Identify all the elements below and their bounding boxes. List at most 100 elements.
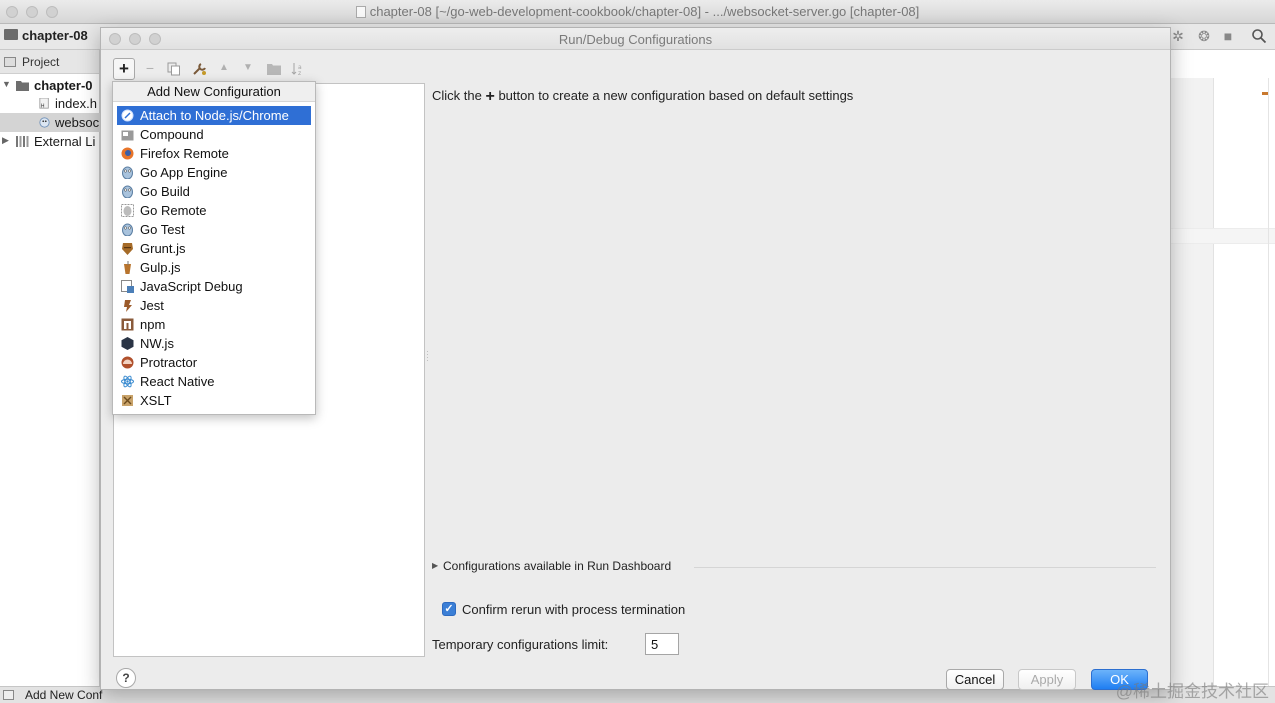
right-margin-line xyxy=(1268,78,1269,686)
move-down-button[interactable]: ▼ xyxy=(237,58,259,80)
menu-item-label: Go App Engine xyxy=(140,165,228,180)
search-icon[interactable] xyxy=(1251,28,1267,44)
gopher-icon xyxy=(122,166,133,179)
tree-item-project-root[interactable]: ▼ chapter-0 xyxy=(0,76,100,95)
empty-state-hint: Click the + button to create a new confi… xyxy=(432,88,853,106)
folder-icon xyxy=(267,64,281,75)
section-divider xyxy=(694,567,1156,568)
menu-item-npm[interactable]: npm xyxy=(117,315,311,334)
error-stripe-mark[interactable] xyxy=(1262,92,1268,95)
jest-icon xyxy=(124,300,132,312)
gopher-icon xyxy=(122,185,133,198)
menu-item-label: Compound xyxy=(140,127,204,142)
plus-icon: + xyxy=(485,88,495,105)
nwjs-icon xyxy=(121,337,134,350)
menu-item-label: npm xyxy=(140,317,166,332)
menu-item-label: Attach to Node.js/Chrome xyxy=(140,108,289,123)
confirm-rerun-checkbox[interactable]: ✓ xyxy=(442,602,456,616)
menu-item-firefox-remote[interactable]: Firefox Remote xyxy=(117,144,311,163)
editor-area[interactable] xyxy=(1170,50,1275,686)
menu-item-grunt-js[interactable]: Grunt.js xyxy=(117,239,311,258)
menu-item-label: XSLT xyxy=(140,393,172,408)
run-dashboard-section[interactable]: ▶ Configurations available in Run Dashbo… xyxy=(432,559,1156,575)
popup-header: Add New Configuration xyxy=(113,82,315,102)
collapsed-arrow-icon[interactable]: ▶ xyxy=(2,135,9,146)
remove-configuration-button[interactable]: − xyxy=(139,58,161,80)
cancel-button[interactable]: Cancel xyxy=(946,669,1004,690)
react-icon xyxy=(121,375,134,388)
add-configuration-button[interactable]: + xyxy=(113,58,135,80)
menu-item-compound[interactable]: Compound xyxy=(117,125,311,144)
expand-arrow-icon[interactable]: ▶ xyxy=(432,561,438,570)
tool-windows-icon[interactable] xyxy=(3,690,14,700)
protractor-icon xyxy=(121,356,134,369)
menu-item-nw-js[interactable]: NW.js xyxy=(117,334,311,353)
folder-icon xyxy=(4,29,18,40)
svg-text:z: z xyxy=(298,70,301,76)
menu-item-attach-node-chrome[interactable]: Attach to Node.js/Chrome xyxy=(117,106,311,125)
edit-defaults-button[interactable] xyxy=(189,58,211,80)
project-tool-window: Project ▼ chapter-0 H index.h websoc ▶ E… xyxy=(0,50,100,686)
menu-item-label: Go Remote xyxy=(140,203,207,218)
menu-item-protractor[interactable]: Protractor xyxy=(117,353,311,372)
gulp-icon xyxy=(124,261,131,274)
menu-item-label: Go Test xyxy=(140,222,185,237)
expanded-arrow-icon[interactable]: ▼ xyxy=(2,79,11,89)
menu-item-react-native[interactable]: React Native xyxy=(117,372,311,391)
menu-item-gulp-js[interactable]: Gulp.js xyxy=(117,258,311,277)
library-icon xyxy=(16,136,29,147)
settings-icon[interactable]: ✲ xyxy=(1170,28,1186,44)
apply-button[interactable]: Apply xyxy=(1018,669,1076,690)
node-attach-icon xyxy=(121,109,134,122)
hint-suffix: button to create a new configuration bas… xyxy=(498,88,854,103)
menu-item-javascript-debug[interactable]: JavaScript Debug xyxy=(117,277,311,296)
folder-icon xyxy=(16,81,29,91)
editor-gutter xyxy=(1170,78,1214,686)
dialog-title: Run/Debug Configurations xyxy=(558,32,713,47)
stop-icon[interactable]: ■ xyxy=(1220,28,1236,44)
menu-item-label: Grunt.js xyxy=(140,241,186,256)
sort-icon: az xyxy=(291,63,302,77)
gopher-remote-icon xyxy=(121,204,134,217)
menu-item-go-app-engine[interactable]: Go App Engine xyxy=(117,163,311,182)
move-up-button[interactable]: ▲ xyxy=(213,58,235,80)
svg-text:H: H xyxy=(41,103,45,109)
menu-item-label: Jest xyxy=(140,298,164,313)
menu-item-go-remote[interactable]: Go Remote xyxy=(117,201,311,220)
menu-item-label: Go Build xyxy=(140,184,190,199)
debug-icon[interactable]: ❂ xyxy=(1196,28,1212,44)
create-folder-button[interactable] xyxy=(263,58,285,80)
copy-configuration-button[interactable] xyxy=(163,58,185,80)
menu-item-label: JavaScript Debug xyxy=(140,279,243,294)
sort-button[interactable]: az xyxy=(287,58,309,80)
project-tool-header[interactable]: Project xyxy=(0,50,99,74)
project-icon xyxy=(4,57,16,67)
grunt-icon xyxy=(122,243,133,255)
window-title-text: chapter-08 [~/go-web-development-cookboo… xyxy=(369,4,920,19)
tree-item-websocket-server[interactable]: websoc xyxy=(0,113,100,132)
menu-item-go-build[interactable]: Go Build xyxy=(117,182,311,201)
temp-limit-input[interactable] xyxy=(645,633,679,655)
nav-project-name[interactable]: chapter-08 xyxy=(22,28,88,43)
hint-prefix: Click the xyxy=(432,88,482,103)
splitter-handle[interactable]: · · · · xyxy=(426,347,429,365)
watermark: @稀土掘金技术社区 xyxy=(1115,682,1269,701)
compound-icon xyxy=(121,130,134,141)
configurations-toolbar: + − ▲ ▼ az xyxy=(113,58,413,80)
tree-item-external-libraries[interactable]: ▶ External Li xyxy=(0,132,100,151)
xslt-icon xyxy=(122,395,133,406)
menu-item-label: Protractor xyxy=(140,355,198,370)
tree-item-index-html[interactable]: H index.h xyxy=(0,94,100,113)
menu-item-xslt[interactable]: XSLT xyxy=(117,391,311,410)
tree-item-label: chapter-0 xyxy=(34,78,93,93)
ide-titlebar: chapter-08 [~/go-web-development-cookboo… xyxy=(0,0,1275,24)
gopher-icon xyxy=(122,223,133,236)
menu-item-go-test[interactable]: Go Test xyxy=(117,220,311,239)
menu-item-label: Firefox Remote xyxy=(140,146,229,161)
tree-item-label: websoc xyxy=(55,115,100,130)
confirm-rerun-label[interactable]: Confirm rerun with process termination xyxy=(462,602,685,617)
file-icon xyxy=(355,6,366,18)
npm-icon xyxy=(121,318,134,331)
help-button[interactable]: ? xyxy=(116,668,136,688)
menu-item-jest[interactable]: Jest xyxy=(117,296,311,315)
